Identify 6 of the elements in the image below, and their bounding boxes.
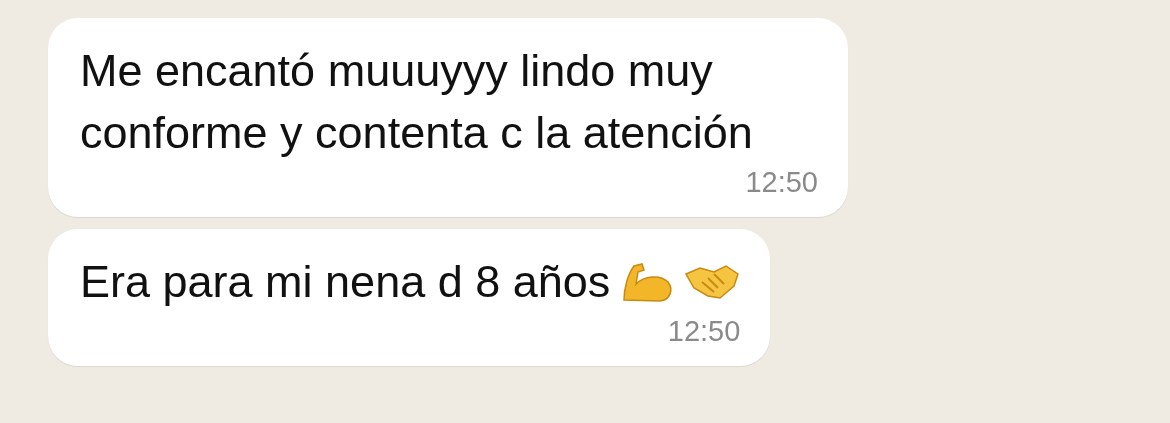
handshake-icon [684, 262, 741, 302]
message-time: 12:50 [745, 166, 818, 199]
flexed-arm-icon [620, 260, 675, 304]
message-time: 12:50 [667, 315, 741, 348]
message-text: Me encantó muuuyyy lindo muy conforme y contenta c la atención [80, 44, 754, 160]
message-text: Era para mi nena d 8 años [80, 255, 611, 309]
